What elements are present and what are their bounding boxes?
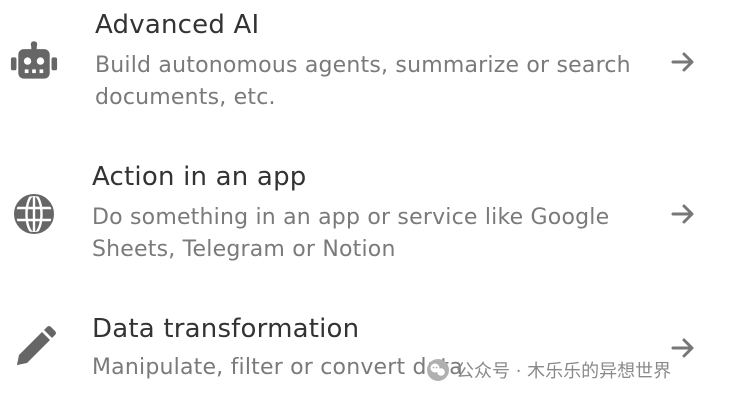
item-title: Advanced AI (95, 10, 260, 40)
list-item-action-in-app[interactable]: Action in an app Do something in an app … (0, 152, 732, 292)
item-description: Build autonomous agents, summarize or se… (95, 53, 631, 110)
list-item-advanced-ai[interactable]: Advanced AI Build autonomous agents, sum… (0, 0, 732, 140)
node-type-list: Advanced AI Build autonomous agents, sum… (0, 0, 732, 400)
item-title: Data transformation (92, 314, 360, 344)
arrow-right-icon[interactable] (670, 201, 696, 227)
pencil-icon (10, 324, 58, 372)
robot-icon (10, 38, 58, 86)
watermark-text: 公众号 · 木乐乐的异想世界 (456, 361, 672, 382)
watermark: 公众号 · 木乐乐的异想世界 (426, 356, 671, 384)
arrow-right-icon[interactable] (670, 49, 696, 75)
arrow-right-icon[interactable] (670, 335, 696, 361)
wechat-logo-icon (427, 359, 449, 381)
list-item-data-transformation[interactable]: Data transformation Manipulate, filter o… (0, 302, 732, 400)
item-title: Action in an app (92, 162, 307, 192)
item-description: Do something in an app or service like G… (92, 205, 610, 262)
globe-icon (10, 190, 58, 238)
